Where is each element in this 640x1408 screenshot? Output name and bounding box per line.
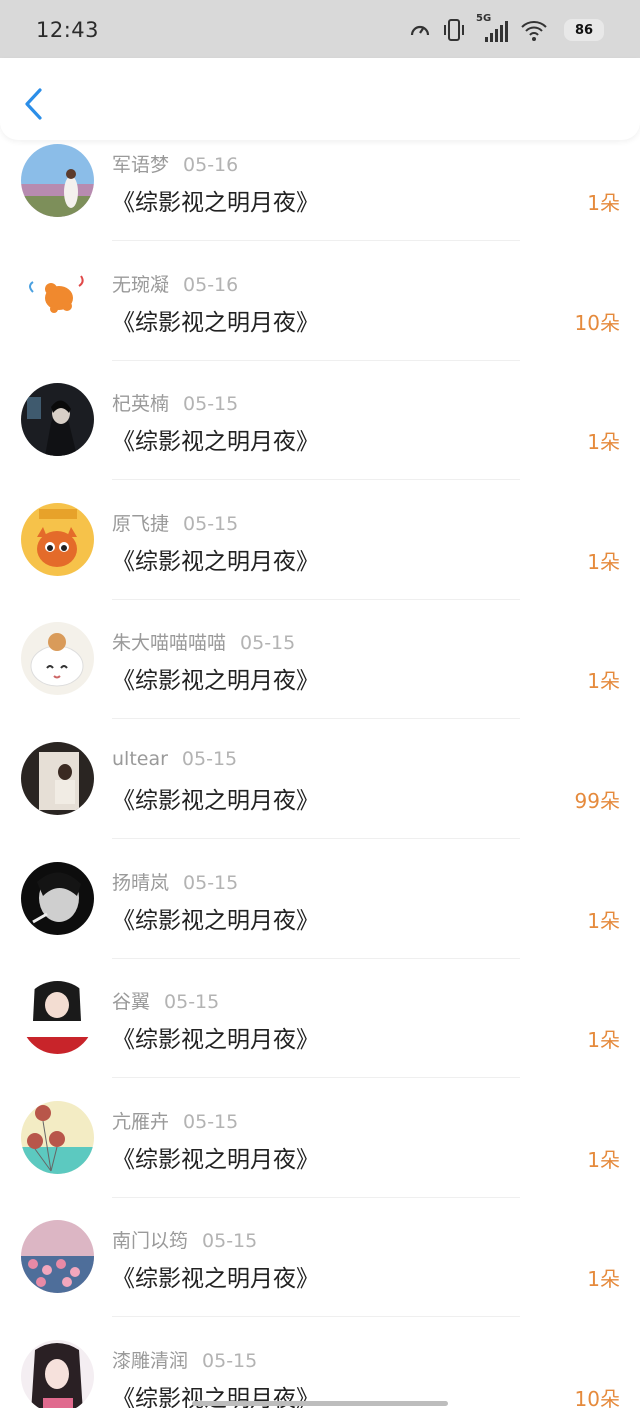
sender-name: 军语梦 xyxy=(112,154,170,176)
list-item[interactable]: 漆雕清润 05-15 《综影视之明月夜》 10朵 xyxy=(0,1336,640,1408)
avatar[interactable] xyxy=(21,1220,94,1294)
flower-count: 10朵 xyxy=(574,1386,620,1408)
divider xyxy=(112,240,520,241)
avatar[interactable] xyxy=(21,741,94,815)
send-date: 05-15 xyxy=(181,747,238,770)
list-item[interactable]: 谷翼 05-15 《综影视之明月夜》 1朵 xyxy=(0,977,640,1097)
send-date: 05-15 xyxy=(183,512,239,535)
list-item[interactable]: 朱大喵喵喵喵 05-15 《综影视之明月夜》 1朵 xyxy=(0,618,640,738)
gift-list: 军语梦 05-16 《综影视之明月夜》 1朵 无琬凝 05-16 《综影视之明月夜》… xyxy=(0,140,640,1408)
status-time: 12:43 xyxy=(36,18,100,42)
chevron-left-icon[interactable] xyxy=(22,86,46,122)
list-item[interactable]: 扬晴岚 05-15 《综影视之明月夜》 1朵 xyxy=(0,858,640,978)
divider xyxy=(112,1316,520,1318)
flower-count: 1朵 xyxy=(587,669,620,694)
list-item[interactable]: 军语梦 05-16 《综影视之明月夜》 1朵 xyxy=(0,140,640,260)
flower-count: 1朵 xyxy=(587,549,620,574)
divider xyxy=(112,1077,520,1079)
sender-name: 杞英楠 xyxy=(112,393,170,416)
book-title: 《综影视之明月夜》 xyxy=(112,1266,319,1293)
wifi-icon xyxy=(520,17,548,43)
avatar[interactable] xyxy=(21,383,94,457)
sender-name: 扬晴岚 xyxy=(112,871,170,894)
send-date: 05-16 xyxy=(183,154,239,176)
avatar[interactable] xyxy=(21,263,94,337)
send-date: 05-15 xyxy=(183,1110,239,1133)
send-date: 05-15 xyxy=(183,393,239,416)
sender-name: ultear xyxy=(112,747,168,770)
sender-name: 原飞捷 xyxy=(112,512,170,535)
avatar[interactable] xyxy=(21,861,94,935)
book-title: 《综影视之明月夜》 xyxy=(112,429,319,456)
list-item[interactable]: 杞英楠 05-15 《综影视之明月夜》 1朵 xyxy=(0,379,640,499)
divider xyxy=(112,598,520,600)
sender-name: 南门以筠 xyxy=(112,1230,189,1253)
sender-name: 谷翼 xyxy=(112,991,151,1014)
list-item[interactable]: 原飞捷 05-15 《综影视之明月夜》 1朵 xyxy=(0,499,640,619)
flower-count: 1朵 xyxy=(587,1147,620,1172)
list-item[interactable]: 南门以筠 05-15 《综影视之明月夜》 1朵 xyxy=(0,1216,640,1336)
avatar[interactable] xyxy=(21,144,94,217)
avatar[interactable] xyxy=(21,1339,94,1408)
status-bar: 12:43 5G 86 xyxy=(0,0,640,60)
vibrate-icon xyxy=(442,17,466,43)
sender-name: 无琬凝 xyxy=(112,273,170,296)
avatar[interactable] xyxy=(21,981,94,1055)
home-indicator[interactable] xyxy=(192,1401,448,1406)
list-item[interactable]: 亢雁卉 05-15 《综影视之明月夜》 1朵 xyxy=(0,1097,640,1217)
divider xyxy=(112,957,520,959)
flower-count: 10朵 xyxy=(574,310,620,335)
book-title: 《综影视之明月夜》 xyxy=(112,309,319,336)
avatar[interactable] xyxy=(21,622,94,696)
divider xyxy=(112,1196,520,1198)
flower-count: 1朵 xyxy=(587,908,620,933)
list-item[interactable]: 无琬凝 05-16 《综影视之明月夜》 10朵 xyxy=(0,260,640,380)
avatar[interactable] xyxy=(21,502,94,576)
flower-count: 1朵 xyxy=(587,1267,620,1292)
send-date: 05-15 xyxy=(202,1349,258,1372)
divider xyxy=(112,718,520,720)
flower-count: 1朵 xyxy=(587,191,620,215)
sender-name: 漆雕清润 xyxy=(112,1349,189,1372)
sender-name: 亢雁卉 xyxy=(112,1110,170,1133)
flower-count: 1朵 xyxy=(587,1028,620,1053)
send-date: 05-15 xyxy=(240,632,296,655)
send-date: 05-15 xyxy=(183,871,239,894)
send-date: 05-15 xyxy=(202,1230,258,1253)
book-title: 《综影视之明月夜》 xyxy=(112,1027,319,1054)
book-title: 《综影视之明月夜》 xyxy=(112,548,319,575)
nav-bar xyxy=(0,58,640,140)
list-item[interactable]: ultear 05-15 《综影视之明月夜》 99朵 xyxy=(0,738,640,858)
flower-count: 99朵 xyxy=(574,788,620,813)
send-date: 05-16 xyxy=(183,273,239,296)
avatar[interactable] xyxy=(21,1100,94,1174)
battery-indicator: 86 xyxy=(564,19,604,41)
send-date: 05-15 xyxy=(164,991,220,1014)
book-title: 《综影视之明月夜》 xyxy=(112,787,319,814)
sender-name: 朱大喵喵喵喵 xyxy=(112,632,227,655)
status-icons: 5G 86 xyxy=(408,13,604,45)
book-title: 《综影视之明月夜》 xyxy=(112,907,319,934)
book-title: 《综影视之明月夜》 xyxy=(112,668,319,695)
divider xyxy=(112,837,520,839)
divider xyxy=(112,359,520,361)
divider xyxy=(112,479,520,481)
speedometer-icon xyxy=(408,18,432,42)
book-title: 《综影视之明月夜》 xyxy=(112,1146,319,1173)
flower-count: 1朵 xyxy=(587,430,620,455)
cellular-signal-icon: 5G xyxy=(476,13,510,45)
book-title: 《综影视之明月夜》 xyxy=(112,190,319,216)
